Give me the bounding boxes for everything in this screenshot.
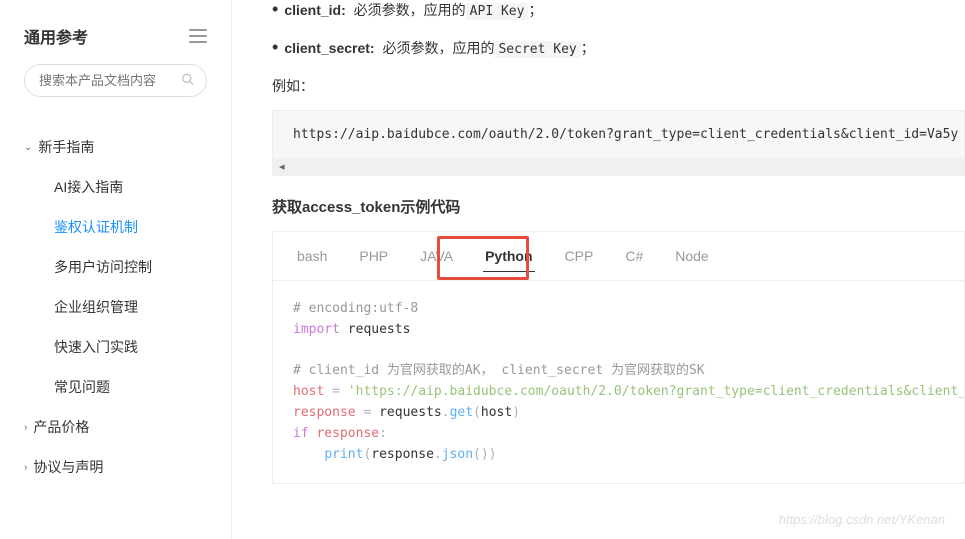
tab-cpp[interactable]: CPP bbox=[549, 232, 610, 280]
sidebar-header: 通用参考 bbox=[0, 24, 231, 64]
search-icon[interactable] bbox=[181, 72, 195, 89]
bullet-icon: • bbox=[272, 0, 278, 18]
search-input[interactable] bbox=[24, 64, 207, 97]
tab-bash[interactable]: bash bbox=[281, 232, 343, 280]
tab-python[interactable]: Python bbox=[469, 232, 548, 280]
main-content: • client_id: 必须参数，应用的API Key； • client_s… bbox=[232, 0, 965, 539]
param-client-id: • client_id: 必须参数，应用的API Key； bbox=[272, 0, 965, 20]
nav-item-multiuser[interactable]: 多用户访问控制 bbox=[0, 247, 231, 287]
tab-php[interactable]: PHP bbox=[343, 232, 404, 280]
chevron-right-icon: › bbox=[24, 462, 27, 473]
tab-node[interactable]: Node bbox=[659, 232, 724, 280]
nav-section-label: 协议与声明 bbox=[33, 457, 103, 477]
bullet-icon: • bbox=[272, 38, 278, 56]
nav-item-org[interactable]: 企业组织管理 bbox=[0, 287, 231, 327]
horizontal-scrollbar[interactable]: ◂ bbox=[272, 158, 965, 176]
scroll-left-icon[interactable]: ◂ bbox=[273, 160, 291, 173]
search-box bbox=[24, 64, 207, 97]
nav-section-pricing[interactable]: › 产品价格 bbox=[0, 407, 231, 447]
inline-code: API Key bbox=[466, 3, 529, 20]
param-desc: 必须参数，应用的Secret Key； bbox=[382, 38, 594, 58]
param-name: client_id: bbox=[284, 2, 345, 18]
tab-java[interactable]: JAVA bbox=[404, 232, 469, 280]
code-section-heading: 获取access_token示例代码 bbox=[272, 196, 965, 217]
nav-section-agreement[interactable]: › 协议与声明 bbox=[0, 447, 231, 487]
sidebar-title: 通用参考 bbox=[24, 24, 88, 48]
code-block: # encoding:utf-8 import requests # clien… bbox=[273, 281, 964, 483]
menu-icon[interactable] bbox=[189, 29, 207, 43]
nav-item-faq[interactable]: 常见问题 bbox=[0, 367, 231, 407]
param-name: client_secret: bbox=[284, 40, 374, 56]
param-client-secret: • client_secret: 必须参数，应用的Secret Key； bbox=[272, 38, 965, 58]
nav-section-newbie[interactable]: ⌄ 新手指南 bbox=[0, 127, 231, 167]
code-tabs: bash PHP JAVA Python CPP C# Node bbox=[273, 232, 964, 281]
tab-csharp[interactable]: C# bbox=[609, 232, 659, 280]
code-tabs-container: bash PHP JAVA Python CPP C# Node # encod… bbox=[272, 231, 965, 484]
sidebar: 通用参考 ⌄ 新手指南 AI接入指南 鉴权认证机制 多用户访问控制 企业组织管理… bbox=[0, 0, 232, 539]
chevron-down-icon: ⌄ bbox=[24, 142, 32, 153]
example-label: 例如： bbox=[272, 76, 965, 96]
nav-section-label: 新手指南 bbox=[38, 137, 94, 157]
example-url-block: https://aip.baidubce.com/oauth/2.0/token… bbox=[272, 110, 965, 158]
param-list: • client_id: 必须参数，应用的API Key； • client_s… bbox=[272, 0, 965, 58]
param-desc: 必须参数，应用的API Key； bbox=[354, 0, 543, 20]
nav-section-label: 产品价格 bbox=[33, 417, 89, 437]
inline-code: Secret Key bbox=[494, 41, 580, 58]
nav-item-ai-guide[interactable]: AI接入指南 bbox=[0, 167, 231, 207]
nav-item-auth[interactable]: 鉴权认证机制 bbox=[0, 207, 231, 247]
chevron-right-icon: › bbox=[24, 422, 27, 433]
nav-item-quickstart[interactable]: 快速入门实践 bbox=[0, 327, 231, 367]
